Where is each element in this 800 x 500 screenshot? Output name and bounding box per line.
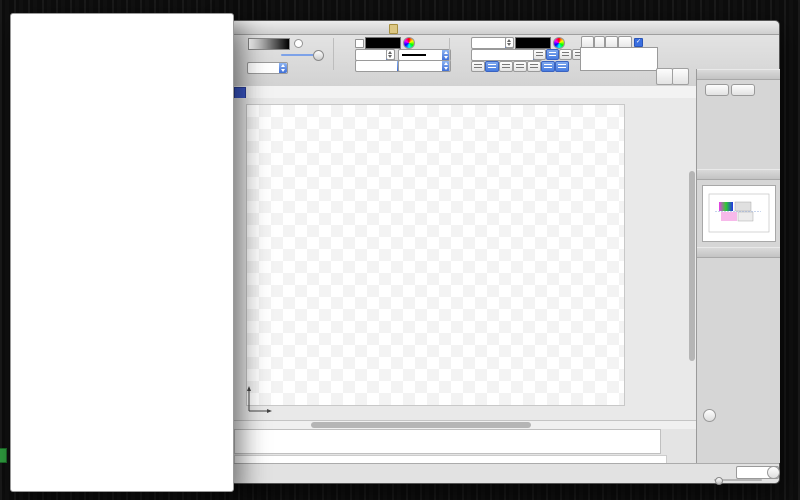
toolbar-divider [449, 38, 450, 70]
axis-indicator-icon [247, 386, 272, 413]
align-icon [558, 64, 566, 69]
align-middle-button[interactable] [541, 61, 555, 72]
align-icon [502, 64, 510, 69]
bottom-edit-strip[interactable] [234, 429, 661, 454]
thumbnail-drawing [708, 193, 770, 233]
hscroll-thumb[interactable] [311, 422, 531, 428]
layers-section-header[interactable] [697, 69, 780, 80]
opacity-slider-knob[interactable] [313, 50, 324, 61]
inspector-panel [696, 69, 780, 463]
valign-bottom-button[interactable] [559, 49, 572, 60]
string-textarea[interactable] [580, 47, 658, 71]
document-icon [389, 24, 398, 34]
align-center-button[interactable] [485, 61, 499, 72]
align-bottom-button[interactable] [555, 61, 569, 72]
settings-button[interactable] [656, 68, 673, 85]
fill-gradient-swatch[interactable] [248, 38, 290, 50]
vscroll-thumb[interactable] [689, 171, 695, 361]
line-size-stepper[interactable] [386, 49, 395, 60]
font-select[interactable] [471, 49, 542, 61]
align-icon [530, 64, 538, 69]
text-size-stepper[interactable] [505, 37, 514, 48]
vertical-scrollbar[interactable] [688, 98, 696, 420]
align-top-button[interactable] [527, 61, 541, 72]
align-justify-button[interactable] [513, 61, 527, 72]
fill-count-select[interactable] [247, 62, 288, 74]
valign-middle-button[interactable] [546, 49, 559, 60]
toolbar-divider [333, 38, 334, 70]
window-titlebar[interactable] [231, 21, 779, 35]
remove-layer-button[interactable] [731, 84, 755, 96]
valign-top-button[interactable] [533, 49, 546, 60]
color-wheel-icon[interactable] [403, 37, 415, 49]
desktop-icon-fragment [0, 448, 7, 463]
add-layer-button[interactable] [705, 84, 729, 96]
add-button[interactable] [672, 68, 689, 85]
valign-icon [549, 52, 556, 57]
desktop-background [0, 0, 800, 500]
align-icon [474, 64, 482, 69]
valign-icon [536, 52, 543, 57]
align-right-button[interactable] [499, 61, 513, 72]
size-position-section-header[interactable] [697, 247, 780, 258]
arrow-end-select[interactable] [398, 60, 451, 72]
size-position-help-button[interactable] [703, 409, 716, 422]
thumbnail-preview [702, 185, 776, 242]
align-icon [544, 64, 552, 69]
align-icon [488, 64, 496, 69]
app-window [230, 20, 780, 485]
line-color-swatch[interactable] [365, 37, 401, 49]
hatch-pattern-dropdown[interactable] [10, 13, 234, 492]
align-left-button[interactable] [471, 61, 485, 72]
gradient-radio[interactable] [294, 39, 303, 48]
line-style-preview [402, 54, 426, 56]
text-color-swatch[interactable] [515, 37, 551, 49]
select-stepper-icon [279, 63, 287, 73]
horizontal-scrollbar[interactable] [233, 420, 696, 429]
help-button[interactable] [767, 466, 780, 479]
align-icon [516, 64, 524, 69]
color-wheel-icon[interactable] [553, 37, 565, 49]
valign-icon [562, 52, 569, 57]
line-checkbox[interactable] [355, 39, 364, 48]
wrap-checkbox[interactable] [634, 38, 643, 47]
status-bar [231, 463, 780, 485]
zoom-slider-knob[interactable] [715, 477, 723, 485]
thumbnail-section-header[interactable] [697, 169, 780, 180]
drawing-canvas[interactable] [233, 98, 696, 420]
technical-drawing[interactable] [233, 98, 696, 420]
